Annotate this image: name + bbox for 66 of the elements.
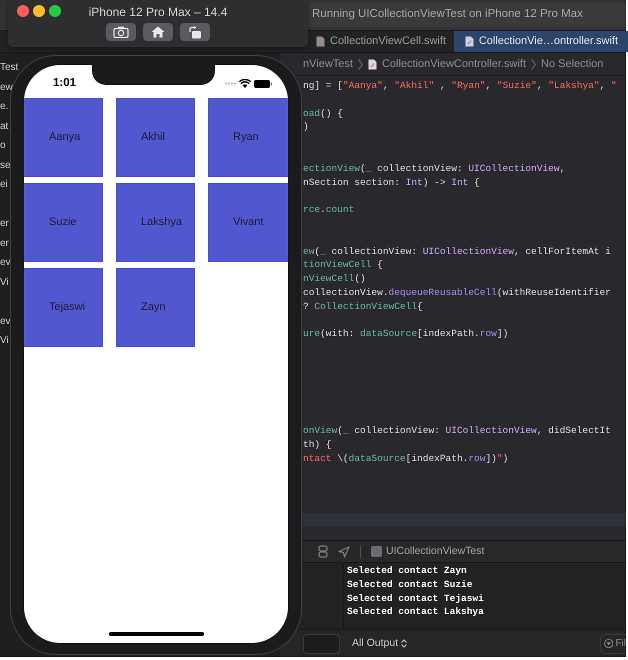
code-line: nViewCell() — [303, 273, 366, 284]
search-field[interactable] — [303, 634, 340, 654]
minimize-button[interactable] — [33, 5, 45, 17]
code-line: collectionView.dequeueReusableCell(withReuseIdentifier — [303, 286, 611, 298]
code-line: nSection section: Int) -> Int { — [303, 176, 480, 188]
console-line: Selected contact Tejaswi — [347, 592, 484, 604]
navigator-item[interactable]: ev — [0, 257, 11, 268]
status-time: 1:01 — [53, 76, 76, 91]
rotate-icon — [188, 26, 202, 38]
breadcrumb-item[interactable]: CollectionViewController.swift — [382, 56, 526, 72]
console-line: Selected contact Suzie — [347, 578, 472, 590]
navigator-item[interactable]: ev — [0, 316, 11, 326]
navigator-item[interactable]: o — [0, 140, 6, 151]
home-button[interactable] — [143, 23, 173, 41]
navigator-item[interactable]: ei — [0, 179, 8, 190]
navigator-item[interactable]: se — [0, 160, 11, 170]
navigator-item[interactable]: Test — [0, 62, 18, 73]
output-menu[interactable]: All Output — [352, 636, 408, 652]
zoom-button[interactable] — [49, 5, 61, 17]
code-line: ng] = ["Aanya", "Akhil" , "Ryan", "Suzie", "Lakshya", " — [303, 80, 617, 91]
screenshot-button[interactable] — [106, 23, 136, 41]
console-line: Selected contact Zayn — [347, 565, 467, 576]
code-line: rce.count — [303, 204, 354, 216]
battery-icon — [254, 80, 272, 88]
navigator-item[interactable]: ew — [0, 82, 13, 92]
camera-icon — [113, 26, 129, 38]
rotate-button[interactable] — [180, 23, 210, 41]
navigator-item[interactable]: er — [0, 238, 9, 248]
layers-icon[interactable] — [318, 545, 328, 558]
editor-tab[interactable]: CollectionViewCell.swift — [308, 31, 454, 52]
home-icon — [151, 26, 165, 38]
code-line: ) — [303, 121, 309, 132]
code-line: tionViewCell { — [303, 259, 383, 270]
console-line: Selected contact Lakshya — [347, 606, 484, 618]
breadcrumb-item[interactable]: No Selection — [541, 56, 604, 72]
file-icon — [368, 58, 377, 70]
navigator-item[interactable]: er — [0, 218, 9, 229]
navigator-item[interactable]: Vi — [0, 276, 9, 288]
breadcrumb-item[interactable]: nViewTest — [303, 56, 353, 72]
file-icon — [316, 36, 325, 47]
code-line: onView(_ collectionView: UICollectionView, didSelectIt — [303, 424, 611, 436]
code-line: ure(with: dataSource[indexPath.row]) — [303, 328, 508, 340]
editor-tab[interactable]: CollectionVie…ontroller.swift — [454, 31, 628, 52]
updown-chevron-icon — [401, 639, 408, 648]
code-line: oad() { — [303, 108, 343, 119]
code-line: ew(_ collectionView: UICollectionView, cellForItemAt i — [303, 246, 611, 257]
filter-icon — [604, 638, 614, 649]
chevron-icon — [531, 58, 536, 70]
activity-status: Running UICollectionViewTest on iPhone 12 Pro Max — [312, 7, 583, 22]
code-line: ectionView(_ collectionView: UICollectionView, — [303, 162, 566, 174]
navigator-item[interactable]: at — [0, 120, 8, 132]
signal-icon — [225, 82, 236, 85]
filter-field[interactable]: Fil — [600, 634, 626, 654]
code-line: ntact \(dataSource[indexPath.row])") — [303, 452, 508, 464]
wifi-icon — [239, 79, 251, 88]
navigator-item[interactable]: e. — [0, 101, 8, 112]
file-icon — [464, 36, 474, 47]
chevron-icon — [358, 58, 363, 70]
close-button[interactable] — [17, 5, 29, 17]
location-arrow-icon[interactable] — [338, 546, 350, 558]
code-line: th) { — [303, 438, 332, 450]
target-label: UICollectionViewTest — [386, 544, 484, 559]
window-title: iPhone 12 Pro Max – 14.4 — [88, 5, 228, 19]
app-icon — [371, 546, 382, 557]
code-line: ? CollectionViewCell{ — [303, 300, 423, 312]
navigator-item[interactable]: Vi — [0, 335, 9, 346]
